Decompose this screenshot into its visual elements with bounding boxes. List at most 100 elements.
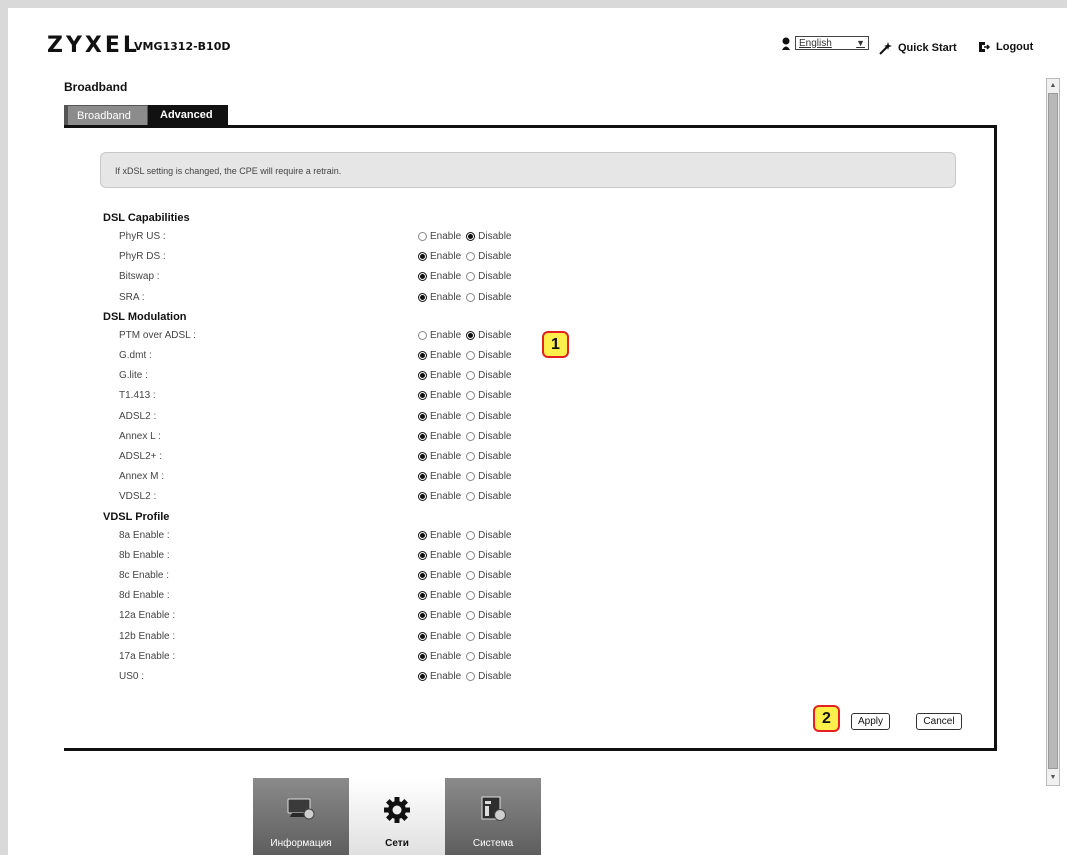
enable-radio[interactable] [418, 472, 427, 482]
disable-label: Disable [478, 570, 512, 581]
tab-advanced[interactable]: Advanced [148, 105, 228, 125]
enable-label: Enable [430, 410, 462, 422]
enable-radio[interactable] [418, 371, 427, 381]
disable-radio[interactable] [466, 411, 476, 421]
scroll-up-icon[interactable]: ▲ [1048, 80, 1058, 92]
setting-label: Annex L : [119, 430, 161, 442]
disable-label: Disable [478, 390, 512, 402]
radio-group: Enable Disable [418, 550, 517, 561]
enable-label: Enable [430, 350, 462, 361]
enable-radio[interactable] [418, 232, 427, 241]
disable-radio[interactable] [466, 591, 476, 601]
enable-radio[interactable] [418, 611, 427, 621]
setting-label: T1.413 : [119, 390, 156, 402]
radio-group: Enable Disable [418, 671, 517, 682]
nav-system[interactable]: Система [445, 778, 541, 855]
nav-network[interactable]: Сети [349, 778, 445, 855]
setting-label: 8d Enable : [119, 590, 170, 602]
enable-radio[interactable] [418, 411, 427, 421]
person-icon [782, 37, 790, 50]
disable-radio[interactable] [466, 492, 476, 502]
enable-radio[interactable] [418, 431, 427, 441]
disable-label: Disable [478, 491, 512, 503]
enable-radio[interactable] [418, 591, 427, 601]
enable-radio[interactable] [418, 530, 427, 540]
setting-row: G.dmt : Enable Disable [64, 347, 964, 367]
disable-radio[interactable] [466, 351, 476, 360]
setting-row: 8b Enable : Enable Disable [64, 547, 964, 567]
radio-group: Enable Disable [418, 590, 517, 601]
enable-label: Enable [430, 370, 462, 382]
disable-radio[interactable] [466, 651, 476, 661]
enable-radio[interactable] [418, 492, 427, 502]
disable-radio[interactable] [466, 391, 476, 401]
setting-label: Annex M : [119, 471, 165, 483]
setting-label: 8c Enable : [119, 570, 170, 581]
setting-row: Bitswap : Enable Disable [64, 268, 964, 288]
enable-radio[interactable] [418, 571, 427, 580]
radio-group: Enable Disable [418, 390, 517, 401]
disable-radio[interactable] [466, 292, 476, 302]
radio-group: Enable Disable [418, 431, 517, 442]
language-select[interactable]: English ▼ [795, 36, 869, 50]
logout-link[interactable]: Logout [978, 41, 1033, 53]
setting-label: Bitswap : [119, 271, 160, 283]
setting-row: 17a Enable : Enable Disable [64, 648, 964, 668]
disable-radio[interactable] [466, 550, 476, 560]
disable-label: Disable [478, 370, 512, 382]
enable-radio[interactable] [418, 452, 427, 461]
zyxel-logo: ZYXEL [47, 33, 140, 58]
quick-start-link[interactable]: Quick Start [878, 41, 957, 55]
disable-radio[interactable] [466, 611, 476, 621]
enable-radio[interactable] [418, 330, 427, 340]
tab-broadband[interactable]: Broadband [64, 105, 148, 125]
enable-radio[interactable] [418, 391, 427, 401]
apply-button[interactable]: Apply [851, 713, 890, 730]
disable-radio[interactable] [466, 371, 476, 381]
wand-icon [879, 42, 892, 55]
setting-row: ADSL2 : Enable Disable [64, 408, 964, 428]
radio-group: Enable Disable [418, 471, 517, 482]
disable-radio[interactable] [466, 431, 476, 441]
disable-radio[interactable] [466, 672, 476, 681]
enable-label: Enable [430, 390, 462, 402]
disable-radio[interactable] [466, 330, 476, 340]
enable-radio[interactable] [418, 252, 427, 262]
radio-group: Enable Disable [418, 651, 517, 662]
disable-label: Disable [478, 610, 512, 622]
disable-radio[interactable] [466, 472, 476, 482]
monitor-icon [287, 798, 315, 820]
disable-radio[interactable] [466, 232, 476, 241]
disable-radio[interactable] [466, 631, 476, 641]
disable-radio[interactable] [466, 252, 476, 262]
scrollbar[interactable]: ▲ ▼ [1046, 78, 1060, 786]
setting-row: 8c Enable : Enable Disable [64, 567, 964, 587]
enable-radio[interactable] [418, 292, 427, 302]
disable-label: Disable [478, 430, 512, 442]
enable-radio[interactable] [418, 631, 427, 641]
enable-radio[interactable] [418, 351, 427, 360]
setting-label: 12b Enable : [119, 630, 176, 642]
enable-label: Enable [430, 610, 462, 622]
disable-label: Disable [478, 630, 512, 642]
enable-radio[interactable] [418, 272, 427, 282]
enable-radio[interactable] [418, 672, 427, 681]
disable-radio[interactable] [466, 272, 476, 282]
enable-radio[interactable] [418, 651, 427, 661]
setting-label: G.lite : [119, 370, 148, 382]
enable-radio[interactable] [418, 550, 427, 560]
setting-row: 8a Enable : Enable Disable [64, 527, 964, 547]
setting-row: G.lite : Enable Disable [64, 367, 964, 387]
disable-radio[interactable] [466, 452, 476, 461]
disable-radio[interactable] [466, 530, 476, 540]
radio-group: Enable Disable [418, 451, 517, 462]
cancel-button[interactable]: Cancel [916, 713, 962, 730]
setting-row: 8d Enable : Enable Disable [64, 587, 964, 607]
scroll-thumb[interactable] [1048, 93, 1058, 769]
setting-row: SRA : Enable Disable [64, 289, 964, 309]
scroll-down-icon[interactable]: ▼ [1048, 772, 1058, 784]
nav-info[interactable]: Информация [253, 778, 349, 855]
disable-radio[interactable] [466, 571, 476, 580]
disable-label: Disable [478, 650, 512, 662]
disable-label: Disable [478, 271, 512, 283]
